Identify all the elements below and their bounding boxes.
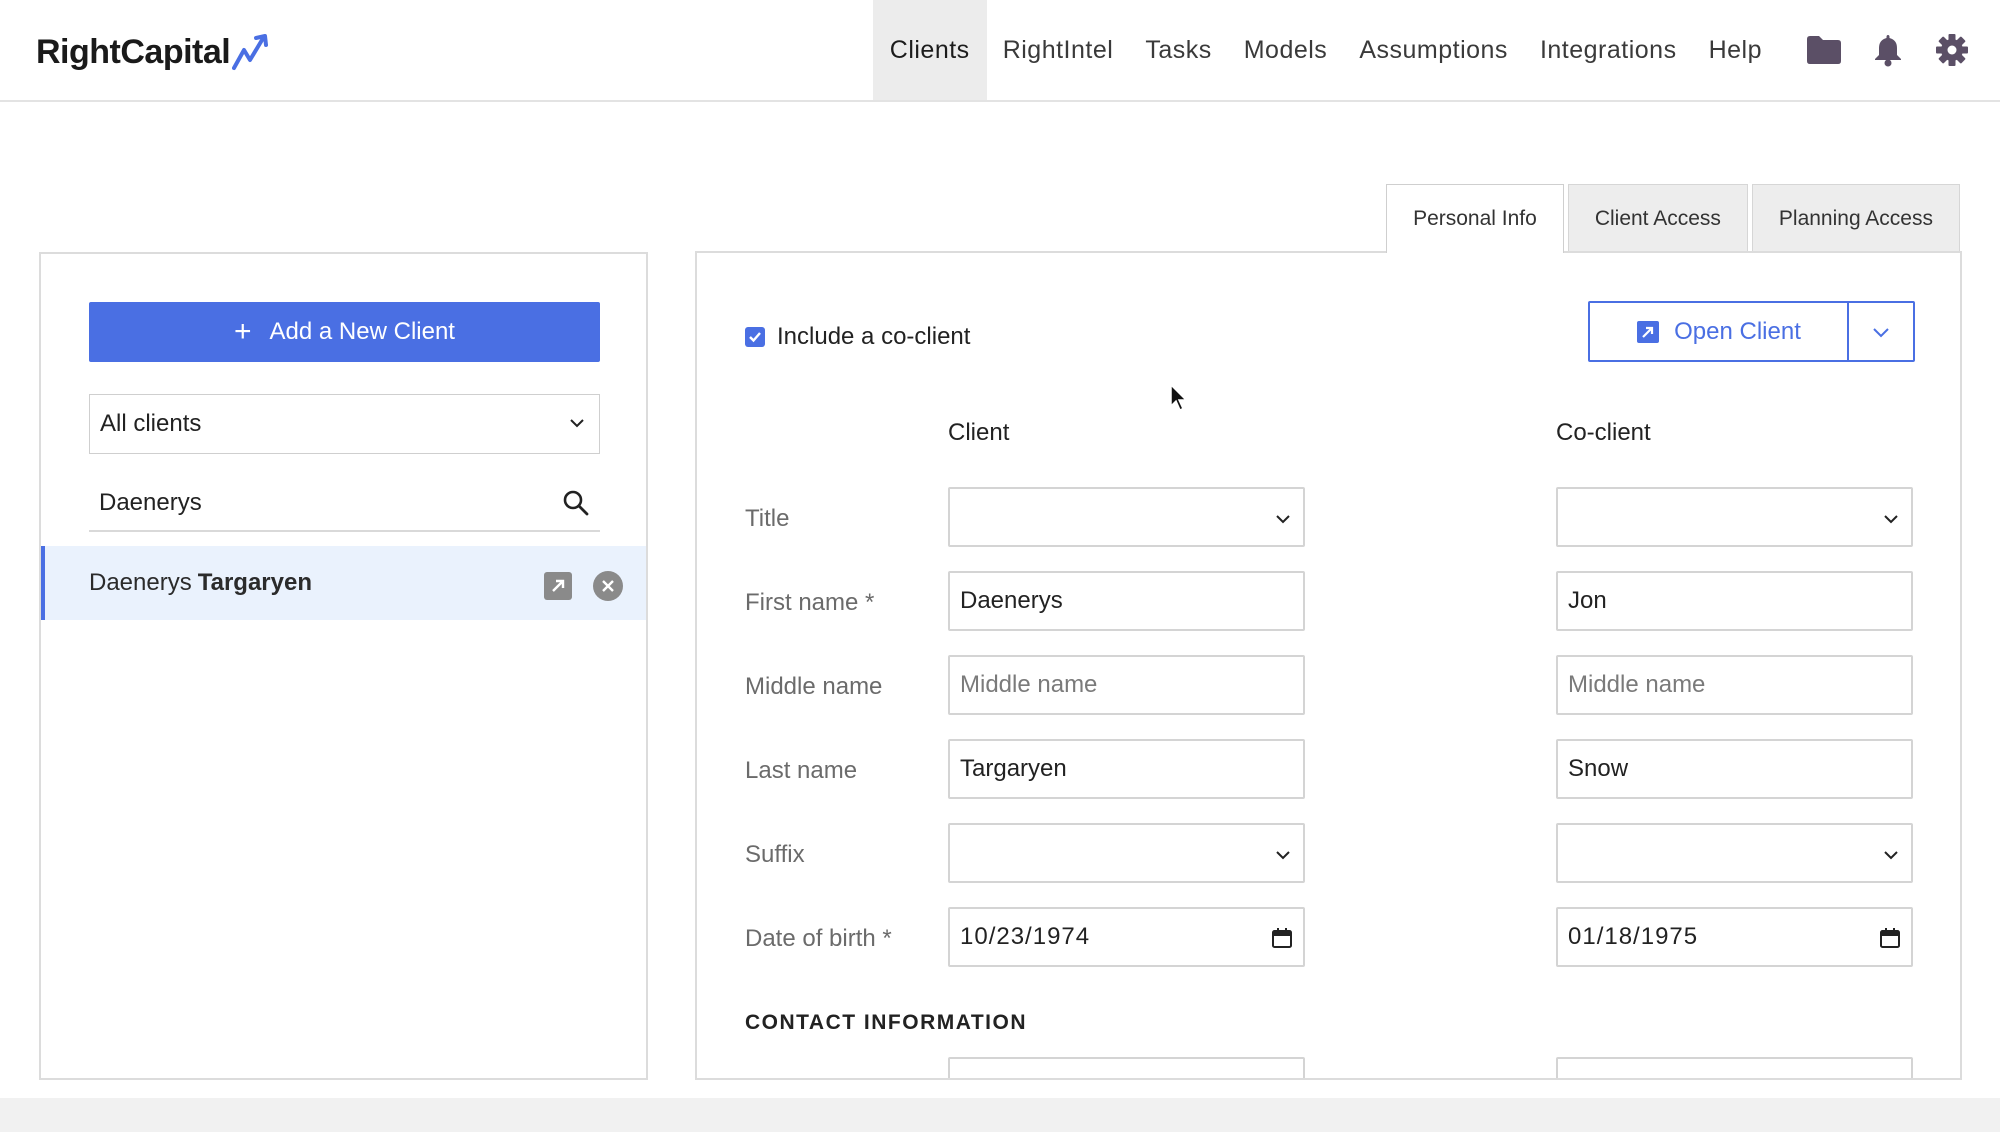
chevron-down-icon [1276, 515, 1290, 524]
open-external-icon[interactable] [544, 572, 572, 600]
include-coclient[interactable]: Include a co-client [745, 323, 970, 351]
coclient-dob-input[interactable]: 01/18/1975 [1556, 907, 1913, 967]
chevron-down-icon [1884, 851, 1898, 860]
coclient-first-name-input[interactable]: Jon [1556, 571, 1913, 631]
client-dob-value: 10/23/1974 [960, 923, 1091, 950]
column-header-client: Client [948, 419, 1010, 446]
client-suffix-select[interactable] [948, 823, 1305, 883]
middle-name-label: Middle name [745, 673, 883, 700]
suffix-label: Suffix [745, 841, 805, 868]
client-dob-input[interactable]: 10/23/1974 [948, 907, 1305, 967]
title-label: Title [745, 505, 790, 532]
open-client-label: Open Client [1674, 317, 1801, 345]
logo-arrow-icon [232, 34, 269, 70]
client-middle-name-placeholder: Middle name [960, 671, 1098, 698]
client-filter-select[interactable]: All clients [89, 394, 600, 454]
profile-tabs: Personal Info Client Access Planning Acc… [1386, 184, 1960, 253]
nav-models[interactable]: Models [1228, 0, 1344, 100]
mouse-cursor-icon [1170, 384, 1188, 412]
coclient-title-select[interactable] [1556, 487, 1913, 547]
open-client-dropdown[interactable] [1847, 303, 1913, 360]
top-nav: RightCapital Clients RightIntel Tasks Mo… [0, 0, 2000, 102]
search-value: Daenerys [99, 489, 202, 516]
client-first-name-value: Daenerys [960, 587, 1063, 614]
bell-icon[interactable] [1856, 0, 1920, 100]
nav-integrations[interactable]: Integrations [1524, 0, 1693, 100]
add-client-button[interactable]: + Add a New Client [89, 302, 600, 362]
coclient-last-name-input[interactable]: Snow [1556, 739, 1913, 799]
coclient-middle-name-placeholder: Middle name [1568, 671, 1706, 698]
plus-icon: + [234, 315, 252, 348]
client-last-name-value: Targaryen [960, 755, 1067, 782]
coclient-phone-input[interactable] [1556, 1057, 1913, 1078]
client-search-input[interactable]: Daenerys [89, 476, 600, 532]
check-icon [749, 332, 761, 343]
client-phone-input[interactable] [948, 1057, 1305, 1078]
client-middle-name-input[interactable]: Middle name [948, 655, 1305, 715]
open-client-button-group: Open Client [1588, 301, 1915, 362]
client-first-name-input[interactable]: Daenerys [948, 571, 1305, 631]
dob-label: Date of birth * [745, 925, 892, 952]
chevron-down-icon [1884, 515, 1898, 524]
nav-clients[interactable]: Clients [872, 0, 987, 100]
client-last-name-input[interactable]: Targaryen [948, 739, 1305, 799]
nav-assumptions[interactable]: Assumptions [1343, 0, 1524, 100]
footer-bar [0, 1098, 2000, 1132]
coclient-suffix-select[interactable] [1556, 823, 1913, 883]
coclient-middle-name-input[interactable]: Middle name [1556, 655, 1913, 715]
personal-info-panel: Include a co-client Open Client Client C… [695, 251, 1962, 1080]
logo-text: RightCapital [36, 32, 231, 71]
open-external-icon [1637, 320, 1660, 343]
coclient-label: Include a co-client [777, 323, 971, 350]
add-client-label: Add a New Client [269, 318, 455, 345]
calendar-icon[interactable] [1271, 927, 1293, 949]
coclient-checkbox[interactable] [745, 327, 765, 347]
remove-client-icon[interactable] [592, 570, 624, 602]
nav-help[interactable]: Help [1693, 0, 1778, 100]
calendar-icon[interactable] [1879, 927, 1901, 949]
column-header-coclient: Co-client [1556, 419, 1651, 446]
client-title-select[interactable] [948, 487, 1305, 547]
first-name-label: First name * [745, 589, 875, 616]
client-last-name: Targaryen [197, 569, 312, 596]
logo[interactable]: RightCapital [36, 30, 274, 74]
open-client-button[interactable]: Open Client [1590, 303, 1847, 360]
chevron-down-icon [1276, 851, 1290, 860]
search-icon[interactable] [562, 489, 590, 517]
last-name-label: Last name [745, 757, 858, 784]
contact-section-heading: CONTACT INFORMATION [745, 1011, 1028, 1034]
client-filter-value: All clients [100, 410, 202, 437]
chevron-down-icon [570, 419, 584, 428]
tab-planning-access[interactable]: Planning Access [1751, 184, 1960, 252]
client-first-name: Daenerys [89, 569, 192, 596]
client-list-panel: + Add a New Client All clients Daenerys … [39, 252, 648, 1080]
nav-rightintel[interactable]: RightIntel [987, 0, 1130, 100]
coclient-last-name-value: Snow [1568, 755, 1629, 782]
coclient-first-name-value: Jon [1568, 587, 1607, 614]
chevron-down-icon [1873, 327, 1889, 337]
client-list-item[interactable]: Daenerys Targaryen [41, 546, 646, 620]
tab-client-access[interactable]: Client Access [1567, 184, 1748, 252]
gear-icon[interactable] [1920, 0, 1984, 100]
nav-menu: Clients RightIntel Tasks Models Assumpti… [872, 0, 2000, 100]
folder-icon[interactable] [1792, 0, 1856, 100]
coclient-dob-value: 01/18/1975 [1568, 923, 1699, 950]
tab-personal-info[interactable]: Personal Info [1386, 184, 1564, 253]
nav-tasks[interactable]: Tasks [1129, 0, 1227, 100]
